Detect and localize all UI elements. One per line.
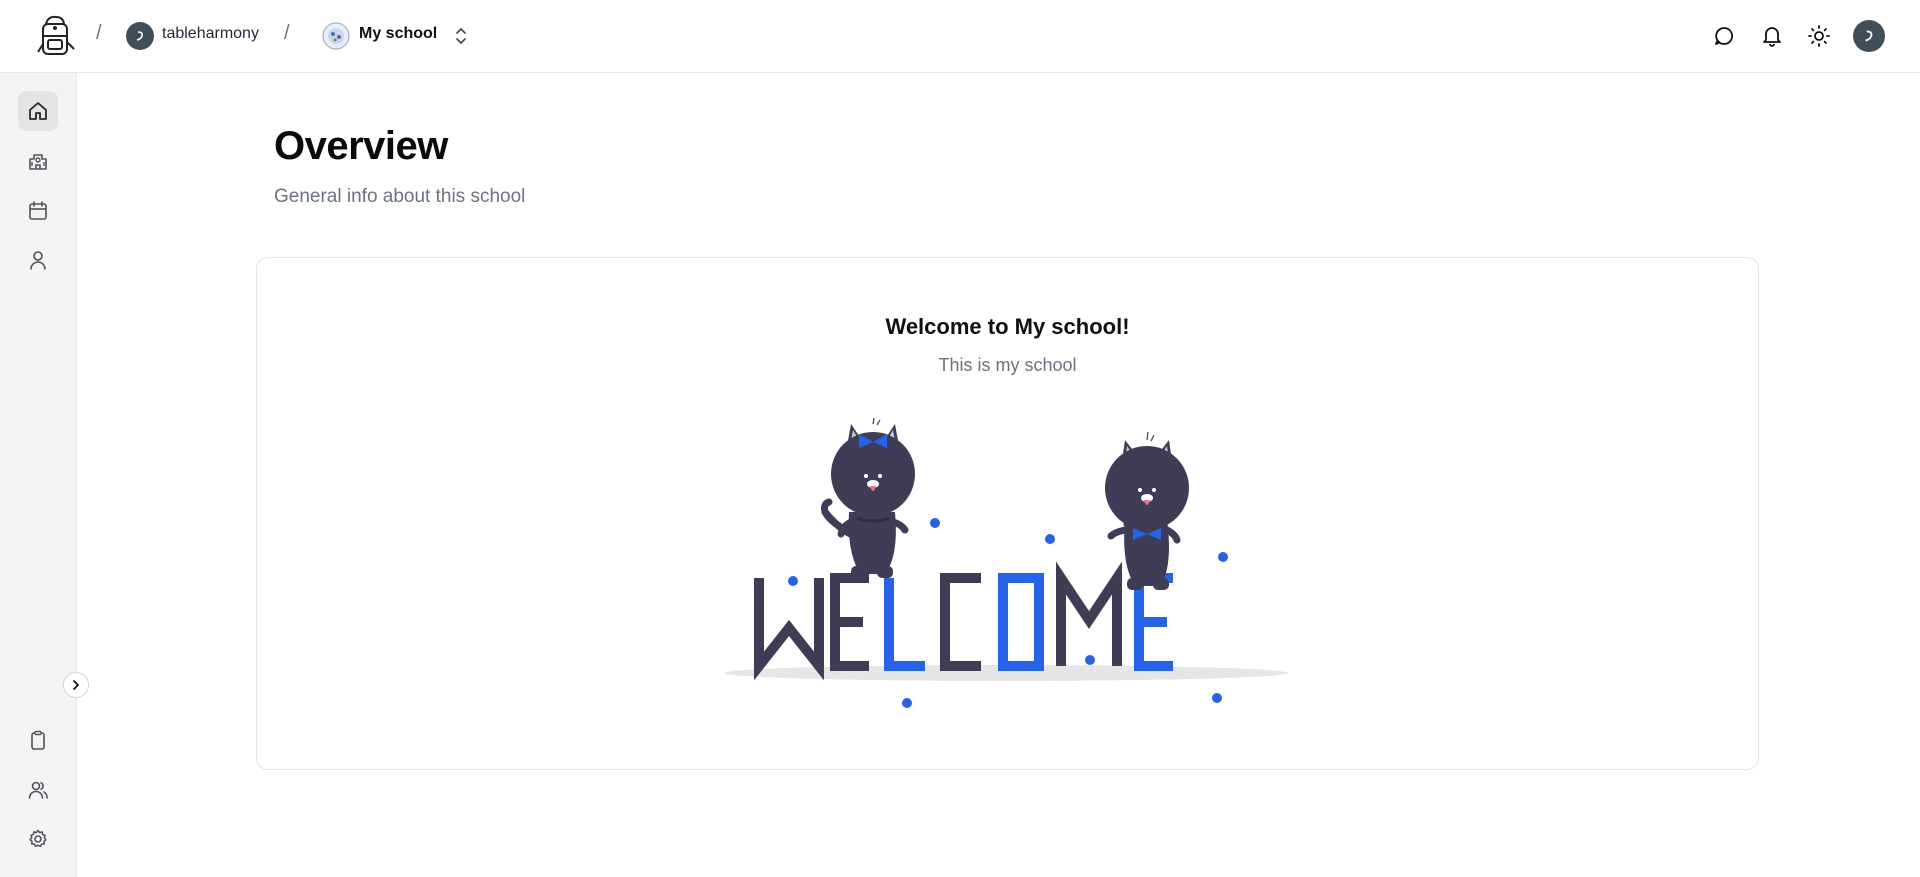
profile-avatar-icon[interactable]	[1853, 20, 1885, 52]
user-avatar-icon[interactable]	[126, 22, 154, 50]
top-bar: / tableharmony / My school	[0, 0, 1920, 73]
logo-backpack-icon[interactable]	[34, 14, 76, 58]
breadcrumb-separator: /	[96, 22, 102, 44]
page-title: Overview	[274, 124, 448, 168]
sidebar-expand-button[interactable]	[63, 672, 89, 698]
welcome-subtitle: This is my school	[938, 355, 1077, 375]
user-icon	[30, 251, 46, 270]
page-subtitle: General info about this school	[274, 186, 526, 207]
chat-icon[interactable]	[1711, 23, 1737, 49]
chevron-up-down-icon[interactable]	[452, 25, 470, 47]
sidebar-item-calendar[interactable]	[18, 190, 58, 230]
sidebar-item-clipboard[interactable]	[18, 720, 58, 760]
school-building-icon	[29, 154, 47, 170]
welcome-title: Welcome to My school!	[885, 314, 1130, 339]
breadcrumb-separator: /	[284, 22, 290, 44]
sidebar-item-settings[interactable]	[18, 819, 58, 859]
sidebar-item-home[interactable]	[18, 91, 58, 131]
users-icon	[28, 781, 48, 799]
sidebar	[0, 73, 77, 877]
welcome-cats-illustration	[724, 417, 1288, 708]
sidebar-item-user[interactable]	[18, 240, 58, 280]
bell-icon[interactable]	[1759, 23, 1785, 49]
school-logo-icon[interactable]	[322, 22, 350, 50]
clipboard-icon	[31, 730, 45, 750]
calendar-icon	[29, 201, 47, 220]
sidebar-item-users[interactable]	[18, 770, 58, 810]
sun-icon[interactable]	[1806, 23, 1832, 49]
home-icon	[29, 102, 47, 120]
breadcrumb-user[interactable]: tableharmony	[162, 25, 259, 43]
welcome-card: Welcome to My school! This is my school	[256, 257, 1759, 770]
settings-gear-icon	[29, 829, 47, 848]
chevron-right-icon	[73, 680, 79, 690]
breadcrumb-school[interactable]: My school	[359, 25, 437, 43]
sidebar-item-school[interactable]	[18, 141, 58, 181]
